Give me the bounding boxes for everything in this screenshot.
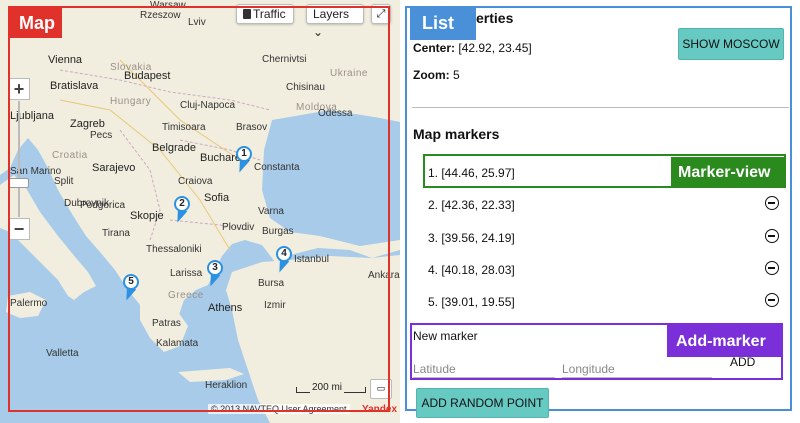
city-label: Heraklion xyxy=(205,380,248,391)
city-label: Craiova xyxy=(178,176,213,187)
city-label: Constanta xyxy=(254,162,300,173)
markers-title: Map markers xyxy=(413,126,500,142)
remove-marker-icon[interactable] xyxy=(765,229,779,243)
city-label: Istanbul xyxy=(294,254,330,265)
new-marker-label: New marker xyxy=(413,329,478,343)
map-copyright[interactable]: © 2013 NAVTEQ User Agreement xyxy=(208,404,350,414)
marker-view-annotation-tag: Marker-view xyxy=(671,157,785,188)
city-label: Burgas xyxy=(262,226,294,237)
map-marker[interactable]: 1 xyxy=(233,144,255,176)
city-label: Kalamata xyxy=(156,338,199,349)
city-label: Bursa xyxy=(258,278,285,289)
marker-list-item[interactable]: 2. [42.36, 22.33] xyxy=(428,190,782,218)
zoom-in-button[interactable]: + xyxy=(8,78,30,100)
map-marker[interactable]: 4 xyxy=(273,244,295,276)
city-label: Valletta xyxy=(46,348,79,359)
zoom-slider-track[interactable] xyxy=(18,101,20,217)
zoom-property: Zoom: 5 xyxy=(413,68,460,82)
city-label: Tirana xyxy=(102,228,130,239)
country-label: Croatia xyxy=(52,150,88,161)
marker-list-item[interactable]: 5. [39.01, 19.55] xyxy=(428,287,782,315)
marker-list-item[interactable]: 3. [39.56, 24.19] xyxy=(428,223,782,251)
latitude-input[interactable] xyxy=(413,360,555,378)
zoom-out-button[interactable]: − xyxy=(8,218,30,240)
country-label: Greece xyxy=(168,290,204,301)
map-marker[interactable]: 3 xyxy=(204,258,226,290)
city-label: Split xyxy=(54,176,74,187)
zoom-slider-handle[interactable] xyxy=(9,178,29,188)
city-label: Patras xyxy=(152,318,181,329)
add-random-point-button[interactable]: ADD RANDOM POINT xyxy=(416,388,549,418)
layers-dropdown[interactable]: Layers ⌄ xyxy=(306,4,364,39)
city-label: Zagreb xyxy=(70,118,105,130)
city-label: Warsaw xyxy=(150,0,186,11)
city-label: Lviv xyxy=(188,17,206,28)
ruler-icon[interactable]: ▭ xyxy=(370,379,392,399)
city-label: Thessaloniki xyxy=(146,244,202,255)
city-label: Varna xyxy=(258,206,284,217)
show-moscow-button[interactable]: SHOW MOSCOW xyxy=(678,28,784,60)
city-label: Cluj-Napoca xyxy=(180,100,236,111)
city-label: Belgrade xyxy=(152,142,197,154)
map-view[interactable]: Slovakia Hungary Croatia Ukraine Moldova… xyxy=(0,0,400,423)
city-label: Rzeszow xyxy=(140,10,181,21)
city-label: Sofia xyxy=(204,192,230,204)
city-label: Dubrovnik xyxy=(64,198,110,209)
city-label: Larissa xyxy=(170,268,203,279)
scale-bar: 200 mi xyxy=(296,382,366,396)
city-label: Palermo xyxy=(10,298,48,309)
list-annotation-tag: List xyxy=(410,8,476,40)
country-label: Hungary xyxy=(110,96,152,107)
marker-list-item[interactable]: 4. [40.18, 28.03] xyxy=(428,255,782,283)
divider xyxy=(412,107,789,108)
city-label: Athens xyxy=(208,302,243,314)
longitude-input[interactable] xyxy=(562,360,712,378)
city-label: Vienna xyxy=(48,54,83,66)
city-label: Sarajevo xyxy=(92,162,136,174)
traffic-icon xyxy=(243,9,251,19)
map-marker[interactable]: 5 xyxy=(120,272,142,304)
map-annotation-tag: Map xyxy=(10,8,62,38)
map-marker[interactable]: 2 xyxy=(171,194,193,226)
add-marker-button[interactable]: ADD xyxy=(730,355,755,369)
traffic-button[interactable]: Traffic xyxy=(236,4,294,24)
map-brand-logo[interactable]: Yandex xyxy=(362,404,397,415)
remove-marker-icon[interactable] xyxy=(765,196,779,210)
city-label: Chernivtsi xyxy=(262,54,307,65)
city-label: Pecs xyxy=(90,130,113,141)
remove-marker-icon[interactable] xyxy=(765,293,779,307)
center-property: Center: [42.92, 23.45] xyxy=(413,41,532,55)
city-label: Ankara xyxy=(368,270,400,281)
country-label: Ukraine xyxy=(330,68,368,79)
city-label: Skopje xyxy=(130,210,164,222)
city-label: Chisinau xyxy=(286,82,325,93)
city-label: Timisoara xyxy=(162,122,206,133)
city-label: Odessa xyxy=(318,108,353,119)
remove-marker-icon[interactable] xyxy=(765,261,779,275)
expand-icon[interactable]: ⤢ xyxy=(371,4,391,24)
add-marker-annotation-tag: Add-marker xyxy=(667,325,783,357)
city-label: Izmir xyxy=(264,300,286,311)
city-label: Ljubljana xyxy=(10,110,55,122)
city-label: Bratislava xyxy=(50,80,99,92)
city-label: Budapest xyxy=(124,70,171,82)
city-label: Brasov xyxy=(236,122,268,133)
city-label: Plovdiv xyxy=(222,222,255,233)
